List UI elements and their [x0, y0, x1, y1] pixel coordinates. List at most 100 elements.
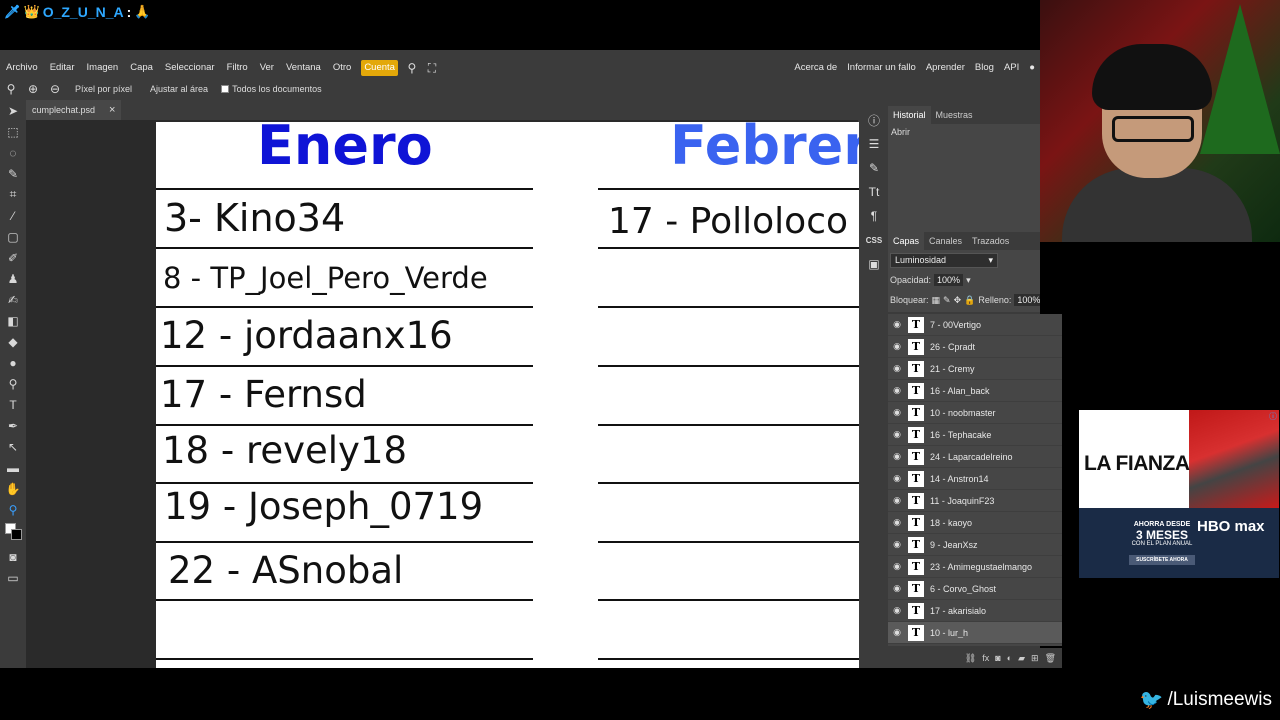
lock-all-icon[interactable]: 🔒 [964, 295, 975, 306]
layer-row[interactable]: ◉ T 23 - Amimegustaelmango [888, 556, 1062, 578]
opacity-input[interactable]: 100% [934, 274, 964, 286]
ad-cta-button[interactable]: SUSCRÍBETE AHORA [1129, 555, 1195, 565]
brush-settings-icon[interactable]: ✎ [862, 156, 886, 180]
menu-editar[interactable]: Editar [44, 58, 81, 78]
layer-row[interactable]: ◉ T 9 - JeanXsz [888, 534, 1062, 556]
blend-mode-select[interactable]: Luminosidad ▾ [890, 252, 998, 268]
layer-row[interactable]: ◉ T 14 - Anstron14 [888, 468, 1062, 490]
zoom-tool-sidebar-icon[interactable]: ⚲ [0, 499, 26, 520]
tab-historial[interactable]: Historial [888, 106, 931, 124]
reddit-icon[interactable]: ● [1024, 58, 1040, 78]
lasso-tool-icon[interactable]: ◌ [0, 142, 26, 163]
menu-archivo[interactable]: Archivo [0, 58, 44, 78]
link-api[interactable]: API [999, 58, 1024, 78]
adjustment-icon[interactable]: ◐ [1007, 653, 1012, 663]
link-aprender[interactable]: Aprender [921, 58, 970, 78]
link-blog[interactable]: Blog [970, 58, 999, 78]
lock-pixels-icon[interactable]: ▦ [932, 295, 941, 306]
blur-tool-icon[interactable]: ● [0, 352, 26, 373]
advertisement[interactable]: LA FIANZA ⓘ AHORRA DESDE 3 MESES CON EL … [1079, 410, 1279, 578]
layer-row[interactable]: ◉ T 10 - noobmaster [888, 402, 1062, 424]
history-brush-icon[interactable]: ✍ [0, 289, 26, 310]
fit-button[interactable]: Ajustar al área [141, 84, 217, 94]
menu-seleccionar[interactable]: Seleccionar [159, 58, 221, 78]
close-icon[interactable]: × [109, 104, 115, 116]
link-acerca[interactable]: Acerca de [789, 58, 842, 78]
all-docs-checkbox[interactable]: Todos los documentos [217, 84, 326, 94]
document-canvas[interactable]: Enero Febrer 3- Kino34 8 - TP_Joel_Pero_… [156, 122, 859, 668]
crop-tool-icon[interactable]: ⌗ [0, 184, 26, 205]
chevron-down-icon[interactable]: ▾ [966, 275, 971, 286]
quick-mask-icon[interactable]: ◙ [0, 546, 26, 567]
fullscreen-icon[interactable]: ⛶ [422, 61, 442, 76]
menu-ventana[interactable]: Ventana [280, 58, 327, 78]
eye-icon[interactable]: ◉ [888, 473, 906, 484]
info-icon[interactable]: ⓘ [862, 108, 886, 132]
fill-input[interactable]: 100% [1014, 294, 1040, 306]
dodge-tool-icon[interactable]: ⚲ [0, 373, 26, 394]
css-icon[interactable]: CSS [862, 228, 886, 252]
menu-ver[interactable]: Ver [254, 58, 280, 78]
layer-row[interactable]: ◉ T 11 - JoaquinF23 [888, 490, 1062, 512]
magic-wand-icon[interactable]: ✎ [0, 163, 26, 184]
hand-tool-icon[interactable]: ✋ [0, 478, 26, 499]
screen-mode-icon[interactable]: ▭ [0, 567, 26, 588]
eye-icon[interactable]: ◉ [888, 561, 906, 572]
lock-paint-icon[interactable]: ✎ [943, 295, 951, 306]
eye-icon[interactable]: ◉ [888, 385, 906, 396]
eye-icon[interactable]: ◉ [888, 319, 906, 330]
layer-row[interactable]: ◉ T 21 - Cremy [888, 358, 1062, 380]
history-item[interactable]: Abrir [888, 124, 1040, 140]
eye-icon[interactable]: ◉ [888, 341, 906, 352]
eye-icon[interactable]: ◉ [888, 495, 906, 506]
tab-capas[interactable]: Capas [888, 232, 925, 250]
new-layer-icon[interactable]: ⊞ [1031, 653, 1039, 664]
layer-row[interactable]: ◉ T 17 - akarisialo [888, 600, 1062, 622]
layers-list[interactable]: ◉ T 7 - 00Vertigo ◉ T 26 - Cpradt ◉ T 21 - Cre… [888, 314, 1062, 646]
menu-imagen[interactable]: Imagen [81, 58, 125, 78]
properties-icon[interactable]: ☰ [862, 132, 886, 156]
eye-icon[interactable]: ◉ [888, 429, 906, 440]
effects-icon[interactable]: fx [982, 653, 989, 663]
eye-icon[interactable]: ◉ [888, 363, 906, 374]
layer-row[interactable]: ◉ T 16 - Alan_back [888, 380, 1062, 402]
healing-tool-icon[interactable]: ▢ [0, 226, 26, 247]
layer-row[interactable]: ◉ T 6 - Corvo_Ghost [888, 578, 1062, 600]
shape-tool-icon[interactable]: ▬ [0, 457, 26, 478]
path-select-icon[interactable]: ↖ [0, 436, 26, 457]
zoom-in-icon[interactable]: ⊕ [22, 82, 44, 96]
zoom-out-icon[interactable]: ⊖ [44, 82, 66, 96]
search-icon[interactable]: ⚲ [402, 61, 422, 75]
workspace[interactable]: Enero Febrer 3- Kino34 8 - TP_Joel_Pero_… [26, 120, 859, 668]
stamp-tool-icon[interactable]: ♟ [0, 268, 26, 289]
brush-tool-icon[interactable]: ✐ [0, 247, 26, 268]
pen-tool-icon[interactable]: ✒ [0, 415, 26, 436]
layer-row[interactable]: ◉ T 18 - kaoyo [888, 512, 1062, 534]
mask-icon[interactable]: ◙ [995, 653, 1000, 663]
eraser-tool-icon[interactable]: ◧ [0, 310, 26, 331]
color-swatches[interactable] [0, 520, 26, 546]
folder-icon[interactable]: ▰ [1018, 653, 1025, 664]
link-icon[interactable]: ⛓ [965, 653, 976, 664]
character-icon[interactable]: Tt [862, 180, 886, 204]
tab-canales[interactable]: Canales [924, 232, 967, 250]
move-tool-icon[interactable]: ➤ [0, 100, 26, 121]
background-color[interactable] [11, 529, 22, 540]
link-fallo[interactable]: Informar un fallo [842, 58, 921, 78]
trash-icon[interactable]: 🗑 [1045, 653, 1056, 664]
lock-position-icon[interactable]: ✥ [954, 295, 962, 306]
ad-info-icon[interactable]: ⓘ [1269, 411, 1277, 422]
menu-otro[interactable]: Otro [327, 58, 357, 78]
eye-icon[interactable]: ◉ [888, 451, 906, 462]
eye-icon[interactable]: ◉ [888, 583, 906, 594]
eye-icon[interactable]: ◉ [888, 539, 906, 550]
layer-row[interactable]: ◉ T 24 - Laparcadelreino [888, 446, 1062, 468]
marquee-tool-icon[interactable]: ⬚ [0, 121, 26, 142]
paragraph-icon[interactable]: ¶ [862, 204, 886, 228]
layer-row[interactable]: ◉ T 26 - Cpradt [888, 336, 1062, 358]
eye-icon[interactable]: ◉ [888, 407, 906, 418]
tab-trazados[interactable]: Trazados [967, 232, 1014, 250]
fill-tool-icon[interactable]: ◆ [0, 331, 26, 352]
eye-icon[interactable]: ◉ [888, 517, 906, 528]
layer-row-selected[interactable]: ◉ T 10 - lur_h [888, 622, 1062, 644]
